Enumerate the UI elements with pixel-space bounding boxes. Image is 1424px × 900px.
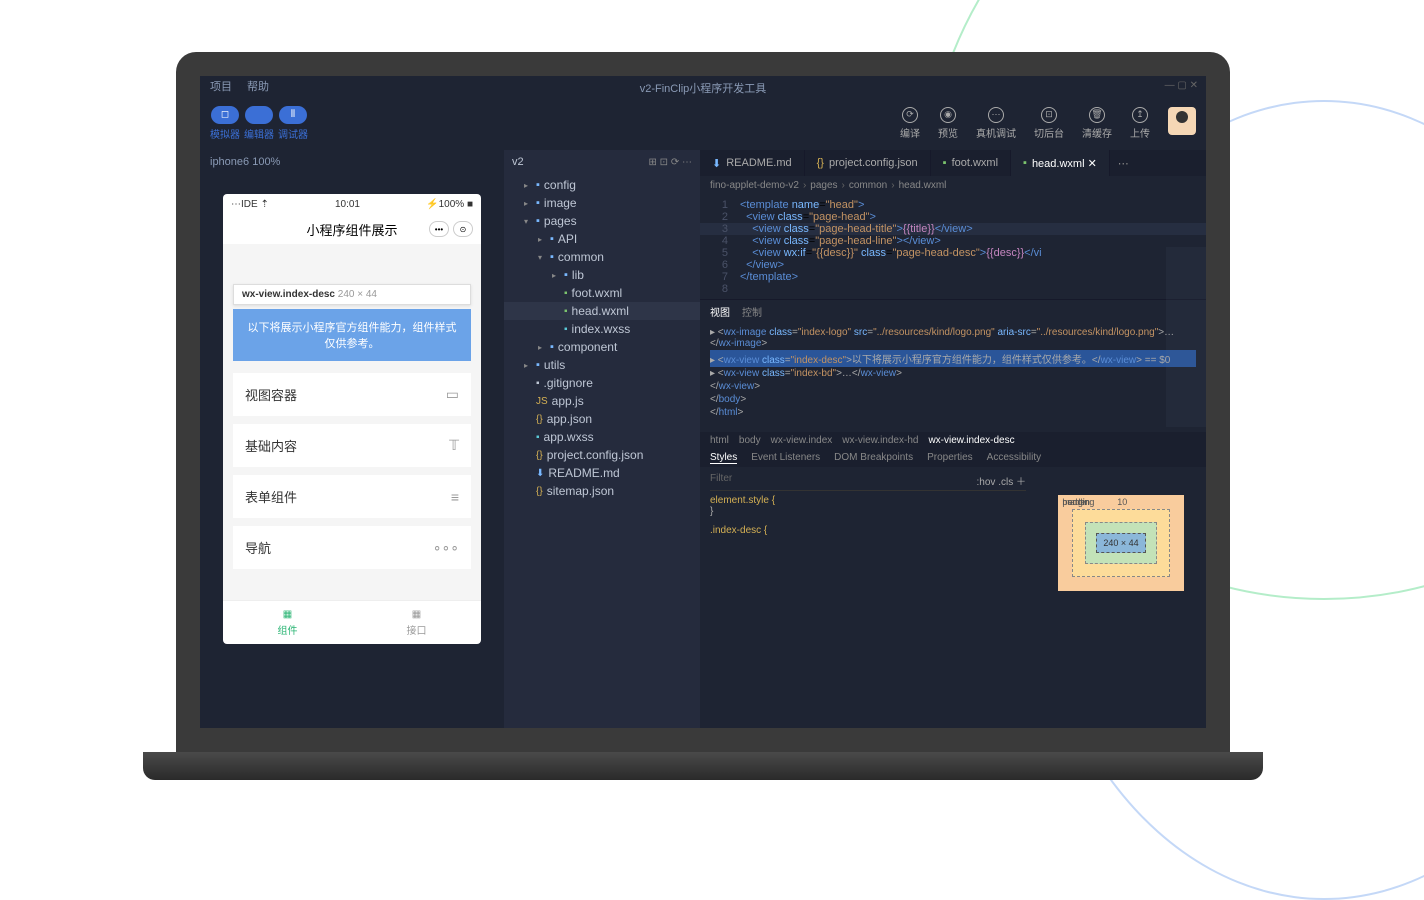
- simulator-device-label: iphone6 100%: [200, 150, 504, 174]
- page-title: 小程序组件展示: [306, 220, 397, 239]
- tree-item[interactable]: ▾▪pages: [504, 212, 700, 230]
- menu-item[interactable]: 项目: [210, 78, 232, 94]
- dom-node[interactable]: ▸ <wx-view class="index-bd">…</wx-view>: [710, 367, 1196, 380]
- dom-node[interactable]: ▸ <wx-image class="index-logo" src="../r…: [710, 326, 1196, 350]
- devtools: 视图控制 ▸ <wx-image class="index-logo" src=…: [700, 299, 1206, 619]
- tab-overflow[interactable]: ⋯: [1110, 157, 1137, 170]
- tree-item[interactable]: {}sitemap.json: [504, 482, 700, 500]
- status-left: ⋯IDE ⇡: [231, 199, 269, 210]
- tabbar-item[interactable]: ▦接口: [352, 601, 481, 644]
- tree-item[interactable]: ▾▪common: [504, 248, 700, 266]
- dom-crumb[interactable]: wx-view.index-hd: [842, 435, 918, 446]
- inspector-tooltip: wx-view.index-desc 240 × 44: [233, 284, 471, 305]
- editor-tab[interactable]: ▪head.wxml ✕: [1011, 150, 1110, 176]
- toolbar-action[interactable]: ⊡切后台: [1034, 107, 1064, 140]
- devtools-panel-tab[interactable]: Properties: [927, 452, 973, 464]
- tree-item[interactable]: ▸▪lib: [504, 266, 700, 284]
- tree-item[interactable]: {}app.json: [504, 410, 700, 428]
- dom-tree[interactable]: ▸ <wx-image class="index-logo" src="../r…: [700, 322, 1206, 432]
- tree-item[interactable]: {}project.config.json: [504, 446, 700, 464]
- toolbar-mode-button[interactable]: ⫴调试器: [278, 106, 308, 141]
- component-list-item[interactable]: 表单组件≡: [233, 475, 471, 518]
- filter-actions[interactable]: :hov .cls ＋: [977, 473, 1026, 488]
- toolbar-action[interactable]: ↥上传: [1130, 107, 1150, 140]
- phone-preview: ⋯IDE ⇡ 10:01 ⚡100% ■ 小程序组件展示 ••• ⊙ wx-vi…: [223, 194, 481, 644]
- toolbar-action[interactable]: ◉预览: [938, 107, 958, 140]
- toolbar-action[interactable]: 🗑清缓存: [1082, 107, 1112, 140]
- window-controls[interactable]: — ▢ ✕: [1165, 80, 1198, 91]
- devtools-panel-tab[interactable]: DOM Breakpoints: [834, 452, 913, 464]
- devtools-panel-tab[interactable]: Styles: [710, 452, 737, 464]
- menu-item[interactable]: 帮助: [247, 78, 269, 94]
- toolbar-mode-button[interactable]: 编辑器: [244, 106, 274, 141]
- status-time: 10:01: [335, 199, 360, 210]
- toolbar-action[interactable]: ⋯真机调试: [976, 107, 1016, 140]
- dom-crumb[interactable]: html: [710, 435, 729, 446]
- tree-item[interactable]: ▸▪config: [504, 176, 700, 194]
- editor-tab[interactable]: ▪foot.wxml: [931, 150, 1011, 176]
- status-battery: ⚡100% ■: [426, 199, 473, 210]
- component-list-item[interactable]: 基础内容𝕋: [233, 424, 471, 467]
- devtools-tab[interactable]: 控制: [742, 304, 762, 319]
- dom-node[interactable]: ▸ <wx-view class="index-desc">以下将展示小程序官方…: [710, 350, 1196, 367]
- window-title: v2-FinClip小程序开发工具: [636, 76, 771, 100]
- toolbar-mode-button[interactable]: ◻模拟器: [210, 106, 240, 141]
- editor-area: ⬇README.md{}project.config.json▪foot.wxm…: [700, 150, 1206, 728]
- tree-item[interactable]: ▸▪utils: [504, 356, 700, 374]
- tree-item[interactable]: ▸▪API: [504, 230, 700, 248]
- more-button[interactable]: •••: [429, 221, 449, 237]
- filter-input[interactable]: Filter: [710, 473, 732, 488]
- editor-tab[interactable]: {}project.config.json: [805, 150, 931, 176]
- simulator-panel: iphone6 100% ⋯IDE ⇡ 10:01 ⚡100% ■ 小程序组件展…: [200, 150, 504, 728]
- tree-item[interactable]: ▪index.wxss: [504, 320, 700, 338]
- devtools-panel-tab[interactable]: Accessibility: [987, 452, 1041, 464]
- dom-breadcrumb[interactable]: html body wx-view.index wx-view.index-hd wx-…: [700, 432, 1206, 449]
- component-list-item[interactable]: 导航∘∘∘: [233, 526, 471, 569]
- toolbar-action[interactable]: ⟳编译: [900, 107, 920, 140]
- tree-item[interactable]: ▸▪component: [504, 338, 700, 356]
- tree-item[interactable]: ▪.gitignore: [504, 374, 700, 392]
- file-explorer: v2 ⊞ ⊡ ⟳ ⋯ ▸▪config▸▪image▾▪pages▸▪API▾▪…: [504, 150, 700, 728]
- component-list-item[interactable]: 视图容器▭: [233, 373, 471, 416]
- editor-tab[interactable]: ⬇README.md: [700, 150, 805, 176]
- code-editor[interactable]: 1<template name="head">2 <view class="pa…: [700, 195, 1206, 299]
- minimap[interactable]: [1166, 247, 1206, 427]
- tree-item[interactable]: ▪head.wxml: [504, 302, 700, 320]
- dom-node[interactable]: </body>: [710, 393, 1196, 406]
- tree-item[interactable]: ▪app.wxss: [504, 428, 700, 446]
- tree-item[interactable]: ⬇README.md: [504, 464, 700, 482]
- dom-crumb[interactable]: wx-view.index: [771, 435, 833, 446]
- highlighted-element: 以下将展示小程序官方组件能力，组件样式仅供参考。: [233, 309, 471, 361]
- box-model: margin 10 border padding 240 × 44: [1036, 467, 1206, 619]
- tabbar-item[interactable]: ▦组件: [223, 601, 352, 644]
- tree-item[interactable]: ▪foot.wxml: [504, 284, 700, 302]
- tree-item[interactable]: ▸▪image: [504, 194, 700, 212]
- devtools-panel-tab[interactable]: Event Listeners: [751, 452, 820, 464]
- devtools-tab[interactable]: 视图: [710, 304, 730, 319]
- avatar[interactable]: [1168, 107, 1196, 135]
- toolbar: ◻模拟器编辑器⫴调试器 ⟳编译 ◉预览 ⋯真机调试 ⊡切后台 🗑清缓存 ↥上传: [200, 96, 1206, 150]
- explorer-root: v2: [512, 156, 524, 168]
- close-button[interactable]: ⊙: [453, 221, 473, 237]
- dom-node[interactable]: </html>: [710, 406, 1196, 419]
- tree-item[interactable]: JSapp.js: [504, 392, 700, 410]
- dom-crumb[interactable]: wx-view.index-desc: [928, 435, 1014, 446]
- laptop-frame: 项目帮助 v2-FinClip小程序开发工具 — ▢ ✕ ◻模拟器编辑器⫴调试器…: [176, 52, 1230, 772]
- breadcrumb[interactable]: fino-applet-demo-v2›pages›common›head.wx…: [700, 176, 1206, 195]
- dom-node[interactable]: </wx-view>: [710, 380, 1196, 393]
- dom-crumb[interactable]: body: [739, 435, 761, 446]
- styles-panel[interactable]: Filter :hov .cls ＋ element.style {}.inde…: [700, 467, 1036, 619]
- explorer-actions[interactable]: ⊞ ⊡ ⟳ ⋯: [649, 157, 692, 168]
